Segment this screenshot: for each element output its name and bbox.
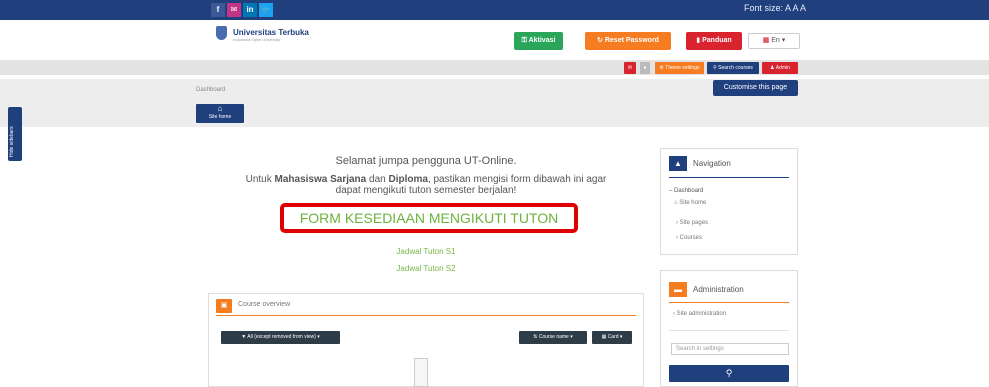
search-courses-button[interactable]: ⚲ Search courses — [707, 62, 759, 74]
chevron-down-icon: ▾ — [568, 334, 573, 340]
notification-icon[interactable]: ● — [640, 62, 650, 74]
greeting-text: Selamat jumpa pengguna UT-Online. — [335, 155, 517, 167]
university-logo-icon — [216, 26, 227, 40]
reset-password-button[interactable]: ↻ Reset Password — [585, 32, 671, 50]
facebook-icon[interactable]: f — [211, 3, 225, 17]
course-overview-title: Course overview — [238, 301, 291, 308]
divider — [669, 302, 789, 303]
hide-sidebars-label: Hide sidebars — [9, 126, 15, 157]
administration-icon: ▬ — [669, 282, 687, 297]
divider — [669, 177, 789, 178]
navigation-icon: ▲ — [669, 156, 687, 171]
course-overview-icon: ▣ — [216, 299, 232, 313]
hide-sidebars-tab[interactable]: Hide sidebars — [8, 107, 22, 161]
top-bar — [0, 0, 989, 20]
site-home-button[interactable]: ⌂ Site home — [196, 104, 244, 123]
notice-text-line2: dapat mengikuti tuton semester berjalan! — [335, 185, 517, 196]
aktivasi-button[interactable]: ⚿ Aktivasi — [514, 32, 563, 50]
twitter-icon[interactable]: 🐦 — [259, 3, 273, 17]
home-icon: ⌂ — [217, 104, 223, 113]
breadcrumb[interactable]: Dashboard — [196, 87, 225, 93]
key-icon: ⚿ — [521, 37, 529, 44]
empty-courses-icon — [414, 358, 428, 387]
notice-text: Untuk Mahasiswa Sarjana dan Diploma, pas… — [245, 174, 607, 185]
refresh-icon: ↻ — [597, 37, 605, 44]
customise-page-button[interactable]: Customise this page — [713, 80, 798, 96]
font-size-control[interactable]: Font size: A A A — [744, 3, 806, 13]
course-filter-dropdown[interactable]: ▼ All (except removed from view) ▾ — [221, 331, 340, 344]
settings-search-input[interactable]: Search in settings — [671, 343, 789, 355]
linkedin-icon[interactable]: in — [243, 3, 257, 17]
nav-item-dashboard[interactable]: – Dashboard — [669, 188, 703, 194]
admin-menu-button[interactable]: ♟ Admin — [762, 62, 798, 74]
flag-icon: ▦ — [762, 37, 772, 44]
panduan-button[interactable]: ▮ Panduan — [686, 32, 742, 50]
welcome-block: Selamat jumpa pengguna UT-Online. Untuk … — [196, 155, 656, 196]
chevron-down-icon: ▾ — [618, 334, 623, 340]
chevron-down-icon: ▾ — [779, 37, 786, 44]
site-administration-link[interactable]: › Site administration — [673, 311, 726, 317]
chevron-down-icon: ▾ — [315, 334, 320, 340]
divider — [669, 330, 789, 331]
course-view-dropdown[interactable]: ▦ Card ▾ — [592, 331, 632, 344]
search-icon: ⚲ — [725, 368, 733, 378]
navigation-title: Navigation — [693, 159, 731, 168]
administration-title: Administration — [693, 285, 744, 294]
page-header-bar — [0, 79, 989, 127]
form-kesediaan-link[interactable]: FORM KESEDIAAN MENGIKUTI TUTON — [280, 203, 578, 233]
jadwal-s1-link[interactable]: Jadwal Tuton S1 — [196, 247, 656, 256]
language-select[interactable]: ▦ En ▾ — [748, 33, 800, 49]
brand-subtitle: Indonesia Open University — [233, 37, 280, 42]
theme-settings-button[interactable]: ⚙ Theme settings — [655, 62, 704, 74]
message-icon[interactable]: ✉ — [624, 62, 636, 74]
nav-item-site-home[interactable]: ⌂ Site home — [674, 200, 706, 206]
jadwal-s2-link[interactable]: Jadwal Tuton S2 — [196, 264, 656, 273]
brand-name[interactable]: Universitas Terbuka — [233, 28, 309, 37]
divider — [216, 315, 636, 316]
nav-item-site-pages[interactable]: › Site pages — [676, 220, 708, 226]
nav-item-courses[interactable]: › Courses — [676, 235, 702, 241]
header — [0, 20, 989, 60]
mail-icon[interactable]: ✉ — [227, 3, 241, 17]
course-sort-dropdown[interactable]: ⇅ Course name ▾ — [519, 331, 587, 344]
settings-search-button[interactable]: ⚲ — [669, 365, 789, 382]
toolbar — [0, 60, 989, 75]
